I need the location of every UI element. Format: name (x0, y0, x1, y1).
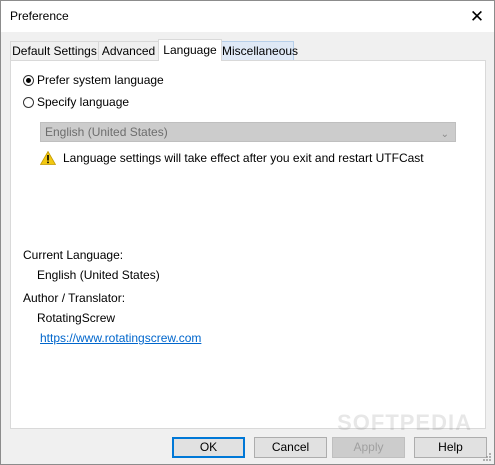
tab-default-settings[interactable]: Default Settings (10, 41, 99, 60)
author-value: RotatingScrew (37, 311, 116, 325)
window-title: Preference (10, 9, 69, 23)
title-bar: Preference ✕ (1, 1, 494, 32)
close-icon: ✕ (469, 6, 485, 26)
specify-language-option[interactable]: Specify language (23, 95, 129, 109)
tab-miscellaneous[interactable]: Miscellaneous (221, 41, 298, 60)
author-website-link[interactable]: https://www.rotatingscrew.com (40, 331, 201, 345)
tab-advanced[interactable]: Advanced (98, 41, 159, 60)
tab-language[interactable]: Language (158, 39, 222, 61)
chevron-down-icon: ⌄ (440, 129, 449, 140)
close-button[interactable]: ✕ (460, 1, 494, 32)
language-select-value: English (United States) (45, 125, 168, 139)
apply-button[interactable]: Apply (332, 437, 405, 458)
current-language-heading: Current Language: (23, 248, 124, 262)
preference-window: Preference ✕ Default Settings Advanced L… (0, 0, 495, 465)
current-language-value: English (United States) (37, 268, 160, 282)
warning-text: Language settings will take effect after… (63, 151, 424, 165)
ok-button[interactable]: OK (172, 437, 245, 458)
cancel-button[interactable]: Cancel (254, 437, 327, 458)
warning-icon (40, 151, 56, 165)
author-heading: Author / Translator: (23, 291, 126, 305)
prefer-system-language-label: Prefer system language (37, 73, 164, 87)
resize-grip-icon[interactable] (482, 452, 492, 462)
help-button[interactable]: Help (414, 437, 487, 458)
radio-unchecked-icon[interactable] (23, 96, 34, 108)
radio-checked-icon[interactable] (23, 74, 34, 86)
restart-warning: Language settings will take effect after… (40, 151, 424, 165)
specify-language-label: Specify language (37, 95, 130, 109)
language-select[interactable]: English (United States) ⌄ (40, 122, 456, 142)
prefer-system-language-option[interactable]: Prefer system language (23, 73, 164, 87)
language-panel: Prefer system language Specify language … (10, 60, 486, 429)
